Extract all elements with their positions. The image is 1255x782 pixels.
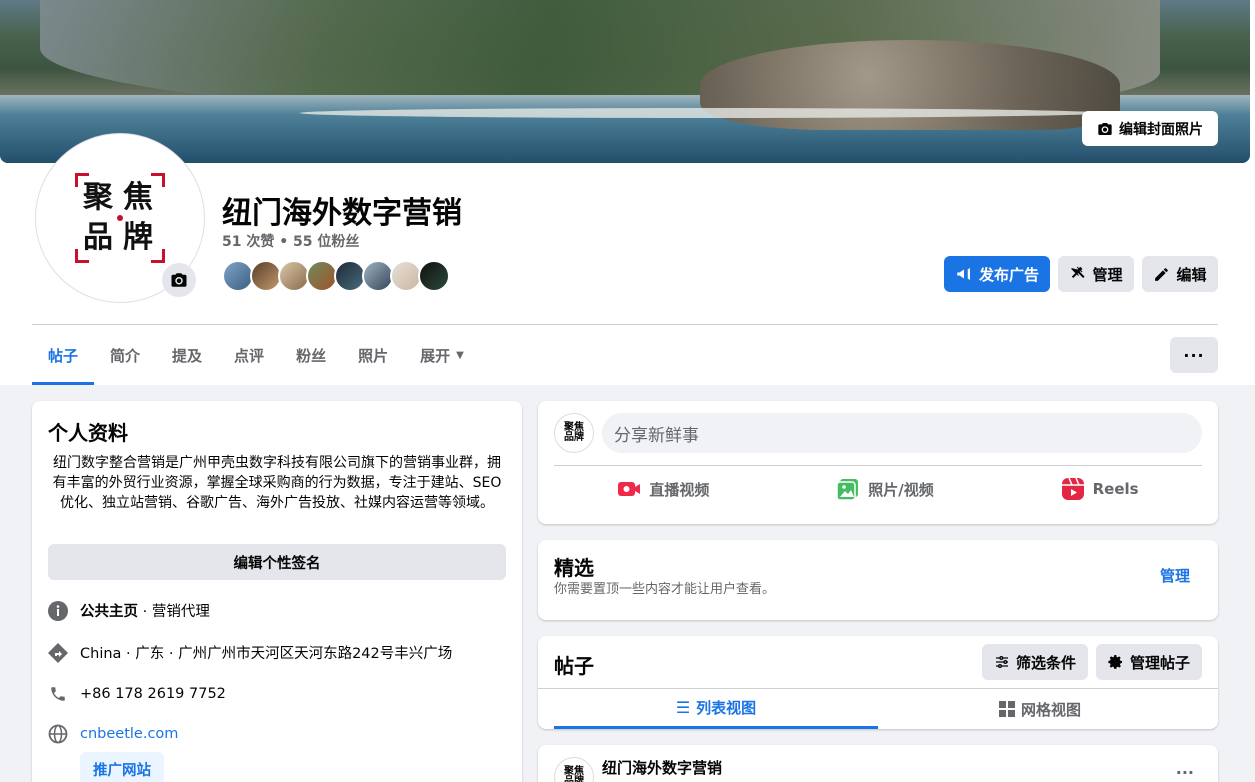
tab-reviews[interactable]: 点评: [218, 325, 280, 385]
share-input[interactable]: 分享新鲜事: [602, 413, 1202, 453]
edit-button[interactable]: 编辑: [1142, 256, 1218, 292]
posts-title: 帖子: [554, 654, 594, 678]
grid-icon: [998, 701, 1015, 717]
manage-button[interactable]: 管理: [1058, 256, 1134, 292]
more-options-button[interactable]: ···: [1170, 337, 1218, 373]
edit-cover-label: 编辑封面照片: [1119, 120, 1203, 137]
tab-posts[interactable]: 帖子: [32, 325, 95, 385]
reels-icon: [1061, 477, 1084, 500]
filter-button[interactable]: 筛选条件: [982, 644, 1088, 680]
edit-cover-button[interactable]: 编辑封面照片: [1082, 111, 1218, 146]
tab-mentions[interactable]: 提及: [156, 325, 218, 385]
tab-photos[interactable]: 照片: [342, 325, 404, 385]
grid-view-tab[interactable]: 网格视图: [878, 689, 1202, 729]
filter-icon: [995, 656, 1008, 668]
cover-photo[interactable]: [0, 0, 1250, 163]
tab-followers[interactable]: 粉丝: [280, 325, 342, 385]
category-label: 公共主页: [80, 604, 138, 620]
likes-followers-count[interactable]: 51 次赞 • 55 位粉丝: [222, 231, 359, 251]
brand-logo: 聚 焦 品 牌: [75, 173, 165, 263]
tools-icon: [1071, 266, 1086, 278]
website-link[interactable]: cnbeetle.com: [80, 726, 178, 742]
tab-about[interactable]: 简介: [94, 325, 156, 385]
intro-title: 个人资料: [48, 421, 128, 445]
gear-icon: [1108, 655, 1122, 669]
tab-more[interactable]: 展开 ▼: [404, 325, 480, 385]
camera-icon: [1098, 122, 1112, 135]
promote-website-button[interactable]: 推广网站: [80, 752, 164, 782]
photo-icon: [836, 479, 859, 501]
featured-manage-link[interactable]: 管理: [1160, 565, 1190, 586]
follower-avatars[interactable]: [222, 260, 450, 292]
avatar[interactable]: 聚焦 品牌: [554, 757, 594, 782]
featured-description: 你需要置顶一些内容才能让用户查看。: [554, 582, 776, 597]
list-icon: ☰: [675, 698, 691, 717]
composer-card: 聚焦 品牌 分享新鲜事 直播视频 照片/视频 Reels: [538, 401, 1218, 524]
post-card: 聚焦 品牌 纽门海外数字营销 ···: [538, 745, 1218, 782]
caret-down-icon: ▼: [456, 349, 464, 361]
posts-card: 帖子 筛选条件 管理帖子 ☰ 列表视图 网格视图: [538, 636, 1218, 729]
avatar[interactable]: 聚焦 品牌: [554, 413, 594, 453]
directions-icon: [48, 642, 68, 663]
reels-button[interactable]: Reels: [1061, 477, 1139, 501]
post-options-button[interactable]: ···: [1176, 763, 1194, 782]
category-value: · 营销代理: [138, 604, 210, 620]
live-video-icon: [618, 482, 641, 496]
featured-title: 精选: [554, 556, 594, 580]
pencil-icon: [1155, 267, 1169, 281]
edit-bio-button[interactable]: 编辑个性签名: [48, 544, 506, 580]
post-author[interactable]: 纽门海外数字营销: [602, 757, 722, 778]
address-text[interactable]: China · 广东 · 广州广州市天河区天河东路242号丰兴广场: [80, 642, 452, 663]
info-icon: [48, 600, 68, 621]
live-video-button[interactable]: 直播视频: [617, 477, 709, 501]
info-phone: +86 178 2619 7752: [48, 684, 226, 704]
profile-header: 编辑封面照片 聚 焦 品 牌 纽门海外数字营销 51 次赞 • 55 位粉丝 发…: [0, 0, 1255, 385]
featured-card: 精选 你需要置顶一些内容才能让用户查看。 管理: [538, 540, 1218, 620]
phone-icon: [48, 684, 68, 704]
page-title: 纽门海外数字营销: [222, 196, 462, 231]
profile-tabs: 帖子 简介 提及 点评 粉丝 照片 展开 ▼: [32, 325, 480, 385]
camera-icon: [171, 273, 187, 287]
info-category: 公共主页 · 营销代理: [48, 600, 210, 621]
info-website: cnbeetle.com: [48, 724, 178, 744]
avatar-camera-button[interactable]: [162, 263, 196, 297]
photo-video-button[interactable]: 照片/视频: [836, 477, 934, 501]
globe-icon: [48, 724, 68, 744]
publish-ad-button[interactable]: 发布广告: [944, 256, 1050, 292]
megaphone-icon: [957, 268, 970, 280]
list-view-tab[interactable]: ☰ 列表视图: [554, 689, 878, 729]
manage-posts-button[interactable]: 管理帖子: [1096, 644, 1202, 680]
avatar[interactable]: [418, 260, 450, 292]
info-address: China · 广东 · 广州广州市天河区天河东路242号丰兴广场: [48, 642, 452, 663]
intro-bio: 纽门数字整合营销是广州甲壳虫数字科技有限公司旗下的营销事业群，拥有丰富的外贸行业…: [52, 455, 502, 511]
phone-text[interactable]: +86 178 2619 7752: [80, 686, 226, 702]
